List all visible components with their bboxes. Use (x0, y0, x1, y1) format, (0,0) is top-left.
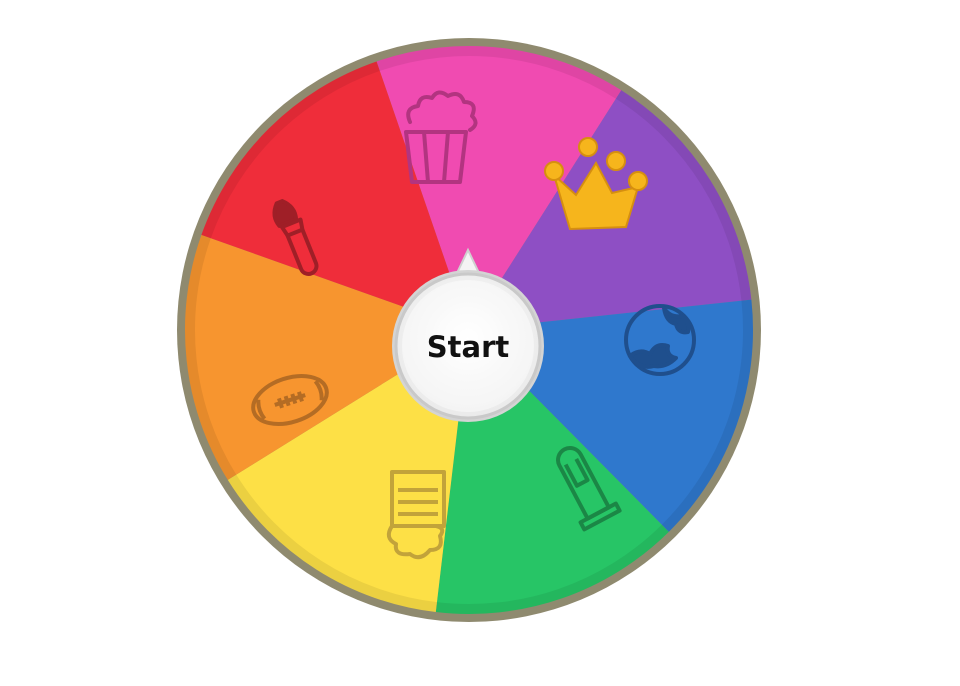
start-label: Start (427, 330, 510, 364)
spin-wheel[interactable]: Start (0, 0, 960, 686)
